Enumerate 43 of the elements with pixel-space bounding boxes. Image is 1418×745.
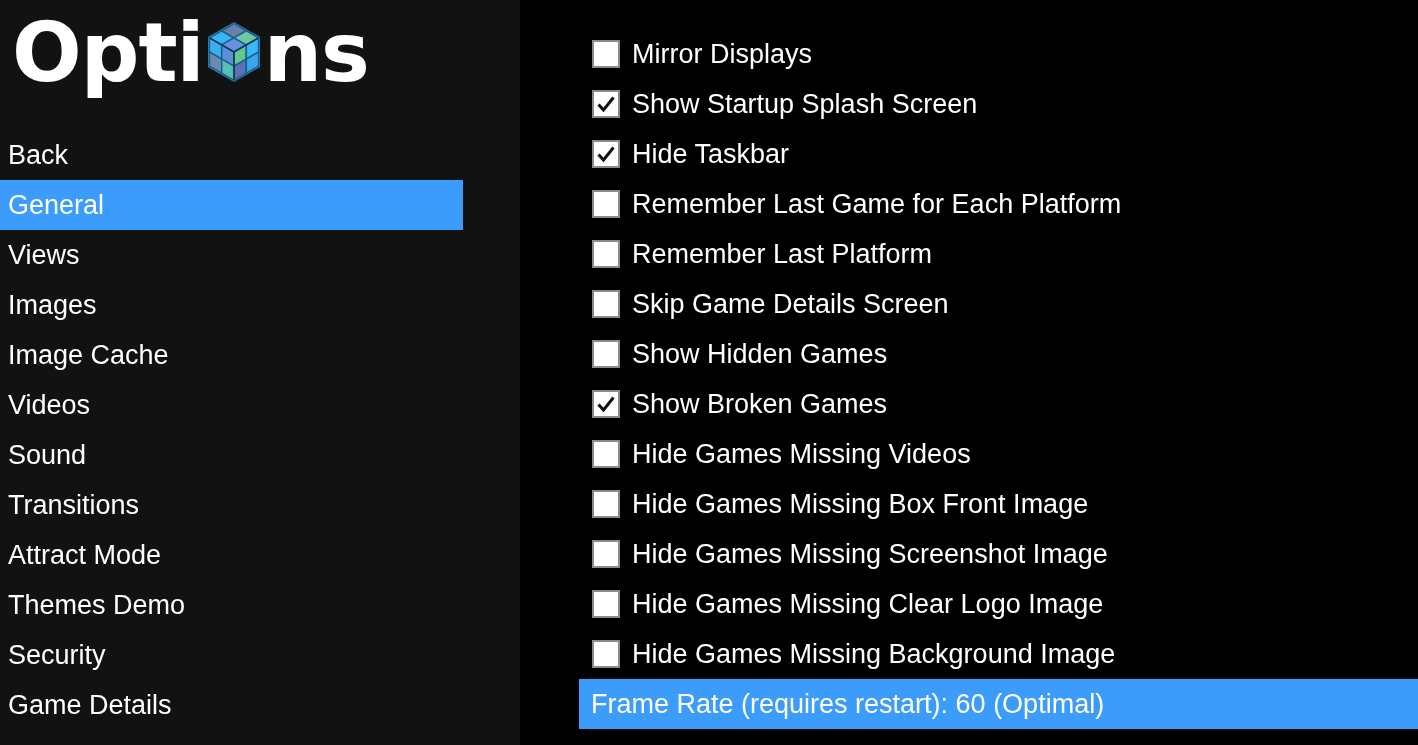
checkbox[interactable] <box>592 390 620 418</box>
checkbox-option[interactable]: Hide Taskbar <box>579 129 804 179</box>
check-icon <box>597 96 615 112</box>
checkbox[interactable] <box>592 240 620 268</box>
checkbox[interactable] <box>592 140 620 168</box>
sidebar-item[interactable]: Security <box>0 630 114 680</box>
sidebar-item[interactable]: Views <box>0 230 88 280</box>
sidebar-item[interactable]: Attract Mode <box>0 530 170 580</box>
sidebar-item[interactable]: Videos <box>0 380 99 430</box>
checkbox-option[interactable]: Hide Games Missing Clear Logo Image <box>579 579 1118 629</box>
checkbox[interactable] <box>592 490 620 518</box>
sidebar-item[interactable]: Themes Demo <box>0 580 194 630</box>
logo-text: ns <box>263 4 369 102</box>
checkbox[interactable] <box>592 90 620 118</box>
checkbox[interactable] <box>592 440 620 468</box>
checkbox-option[interactable]: Show Startup Splash Screen <box>579 79 992 129</box>
checkbox-option[interactable]: Show Hidden Games <box>579 329 902 379</box>
sidebar-item[interactable]: Transitions <box>0 480 148 530</box>
sidebar-item[interactable]: Game Details <box>0 680 180 730</box>
checkbox-option[interactable]: Hide Games Missing Box Front Image <box>579 479 1103 529</box>
checkbox[interactable] <box>592 40 620 68</box>
logo-text: Opti <box>12 4 204 102</box>
cube-icon <box>207 22 260 82</box>
checkbox-option[interactable]: Remember Last Game for Each Platform <box>579 179 1136 229</box>
checkbox-option[interactable]: Hide Games Missing Background Image <box>579 629 1130 679</box>
sidebar-item[interactable]: Back <box>0 130 77 180</box>
checkbox[interactable] <box>592 540 620 568</box>
sidebar-item[interactable]: Sound <box>0 430 95 480</box>
check-icon <box>597 396 615 412</box>
checkbox[interactable] <box>592 590 620 618</box>
sidebar-item[interactable]: Image Cache <box>0 330 177 380</box>
checkbox[interactable] <box>592 190 620 218</box>
checkbox[interactable] <box>592 340 620 368</box>
checkbox-option[interactable]: Mirror Displays <box>579 29 826 79</box>
check-icon <box>597 146 615 162</box>
checkbox-option[interactable]: Remember Last Platform <box>579 229 947 279</box>
checkbox[interactable] <box>592 640 620 668</box>
checkbox-option[interactable]: Show Broken Games <box>579 379 902 429</box>
sidebar-item[interactable]: Images <box>0 280 105 330</box>
checkbox-option[interactable]: Hide Games Missing Videos <box>579 429 985 479</box>
checkbox[interactable] <box>592 290 620 318</box>
checkbox-option[interactable]: Hide Games Missing Screenshot Image <box>579 529 1122 579</box>
checkbox-option[interactable]: Skip Game Details Screen <box>579 279 963 329</box>
